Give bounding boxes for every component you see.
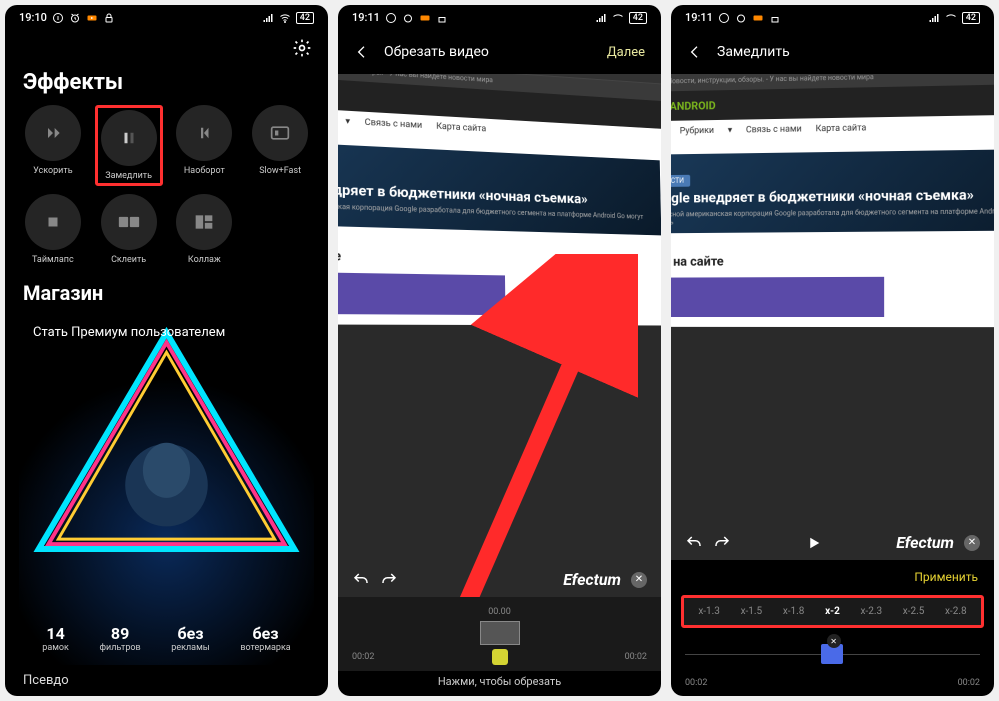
app-brand: Efectum <box>896 533 954 552</box>
effects-grid: Ускорить Замедлить Наоборот Slow+Fast Та… <box>5 105 328 265</box>
trim-cta: Нажми, чтобы обрезать <box>338 671 661 696</box>
effects-heading: Эффекты <box>5 66 328 105</box>
status-bar: 19:11 42 <box>671 5 994 30</box>
alarm-icon <box>402 12 414 24</box>
wifi-icon <box>279 12 291 24</box>
battery-pct: 42 <box>962 12 980 24</box>
screen-title: Обрезать видео <box>384 44 593 60</box>
lock-icon <box>103 12 115 24</box>
signal-icon <box>595 12 607 24</box>
youtube-icon <box>752 12 764 24</box>
topbar: Замедлить <box>671 30 994 74</box>
back-icon[interactable] <box>354 44 370 60</box>
settings-icon[interactable] <box>292 38 312 58</box>
wifi-icon <box>612 12 624 24</box>
time-left: 00:02 <box>685 678 707 688</box>
redo-icon[interactable] <box>713 534 731 552</box>
screen-title: Замедлить <box>717 44 978 60</box>
undo-icon[interactable] <box>685 534 703 552</box>
apply-button[interactable]: Применить <box>914 570 978 584</box>
premium-label: Стать Премиум пользователем <box>19 313 314 352</box>
trim-handle[interactable] <box>492 649 508 665</box>
app-brand: Efectum <box>563 570 621 589</box>
effect-collage[interactable]: Коллаж <box>171 194 239 265</box>
premium-card[interactable]: Стать Премиум пользователем 14рамок 89фи… <box>19 313 314 665</box>
trim-position: 00.00 <box>352 607 647 617</box>
highlight-box-slowdown: Замедлить <box>95 105 163 186</box>
effect-slowdown[interactable]: Замедлить <box>100 110 158 181</box>
speed-option[interactable]: x-2.3 <box>860 606 882 617</box>
trim-time-left: 00:02 <box>352 652 374 662</box>
trim-time-right: 00:02 <box>625 652 647 662</box>
next-button[interactable]: Далее <box>607 45 645 60</box>
nfc-icon <box>52 12 64 24</box>
play-icon[interactable] <box>472 571 490 589</box>
status-time: 19:11 <box>352 11 380 24</box>
screen-effects: 19:10 42 Эффекты Ускорить Замедлить <box>5 5 328 696</box>
effect-merge[interactable]: Склеить <box>95 194 163 265</box>
status-time: 19:10 <box>19 11 47 24</box>
lock-icon <box>769 12 781 24</box>
pseudo-label: Псевдо <box>5 665 328 696</box>
webpage-mock: Mr. Android - Новости, инструкции, обзор… <box>338 74 661 597</box>
signal-icon <box>262 12 274 24</box>
status-time: 19:11 <box>685 11 713 24</box>
effect-speedup[interactable]: Ускорить <box>19 105 87 186</box>
battery-pct: 42 <box>296 12 314 24</box>
trim-area: 00.00 00:02 00:02 <box>338 597 661 671</box>
nfc-icon <box>385 12 397 24</box>
lock-icon <box>436 12 448 24</box>
youtube-icon <box>86 12 98 24</box>
screen-slowdown: 19:11 42 Замедлить Mr. Android - Новости… <box>671 5 994 696</box>
speed-option[interactable]: x-1.8 <box>783 606 805 617</box>
back-icon[interactable] <box>687 44 703 60</box>
speed-option[interactable]: x-2.8 <box>945 606 967 617</box>
speed-track[interactable]: ✕ <box>685 636 980 676</box>
preview-controls: Efectum ✕ <box>338 570 661 589</box>
effect-timelapse[interactable]: Таймлапс <box>19 194 87 265</box>
redo-icon[interactable] <box>380 571 398 589</box>
video-preview[interactable]: Mr. Android - Новости, инструкции, обзор… <box>338 74 661 597</box>
battery-pct: 42 <box>629 12 647 24</box>
effect-reverse[interactable]: Наоборот <box>171 105 239 186</box>
nfc-icon <box>718 12 730 24</box>
status-bar: 19:10 42 <box>5 5 328 30</box>
undo-icon[interactable] <box>352 571 370 589</box>
premium-stats: 14рамок 89фильтров безрекламы безвотерма… <box>19 624 314 653</box>
video-preview[interactable]: Mr. Android - Новости, инструкции, обзор… <box>671 74 994 560</box>
speed-handle-close-icon[interactable]: ✕ <box>827 634 841 648</box>
speed-option-active[interactable]: x-2 <box>825 606 840 617</box>
speed-options-highlight: x-1.3 x-1.5 x-1.8 x-2 x-2.3 x-2.5 x-2.8 <box>681 595 984 628</box>
play-icon[interactable] <box>805 534 823 552</box>
preview-controls: Efectum ✕ <box>671 533 994 552</box>
header <box>5 30 328 66</box>
status-bar: 19:11 42 <box>338 5 661 30</box>
shop-heading: Магазин <box>5 265 328 313</box>
effect-slowfast[interactable]: Slow+Fast <box>246 105 314 186</box>
topbar: Обрезать видео Далее <box>338 30 661 74</box>
alarm-icon <box>735 12 747 24</box>
speed-option[interactable]: x-1.5 <box>741 606 763 617</box>
trim-thumbnail[interactable] <box>480 621 520 645</box>
screen-trim: 19:11 42 Обрезать видео Далее Mr. Androi… <box>338 5 661 696</box>
signal-icon <box>928 12 940 24</box>
youtube-icon <box>419 12 431 24</box>
wifi-icon <box>945 12 957 24</box>
close-icon[interactable]: ✕ <box>964 535 980 551</box>
time-right: 00:02 <box>958 678 980 688</box>
alarm-icon <box>69 12 81 24</box>
speed-option[interactable]: x-1.3 <box>698 606 720 617</box>
speed-option[interactable]: x-2.5 <box>903 606 925 617</box>
webpage-mock: Mr. Android - Новости, инструкции, обзор… <box>671 74 994 560</box>
close-icon[interactable]: ✕ <box>631 572 647 588</box>
